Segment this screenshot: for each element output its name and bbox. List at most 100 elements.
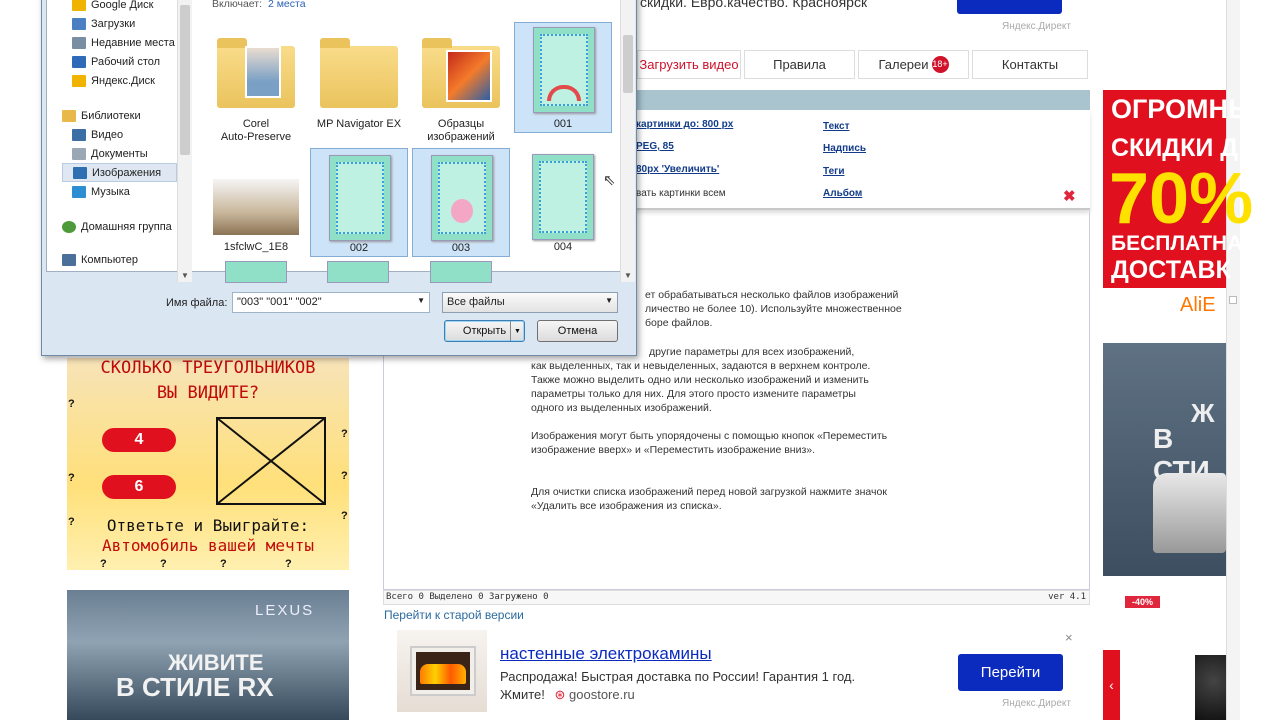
- question-mark: ?: [285, 558, 292, 570]
- nav-pane-scroll-thumb[interactable]: [180, 5, 190, 155]
- bunny-graphic: [451, 199, 473, 223]
- open-button[interactable]: Открыть ▼: [444, 320, 525, 342]
- mouse-cursor-icon: ⇖: [603, 172, 616, 189]
- site-icon: ⊛: [554, 687, 566, 702]
- aliexpress-ad[interactable]: ОГРОМНЫ СКИДКИ Д 70% БЕСПЛАТНА ДОСТАВК: [1103, 90, 1254, 288]
- nav-yandex-disk[interactable]: Яндекс.Диск: [62, 71, 177, 90]
- top-ad-button[interactable]: [957, 0, 1062, 14]
- nav-upload-video[interactable]: Загрузить видео: [637, 50, 741, 79]
- nav-homegroup[interactable]: Домашняя группа: [62, 217, 177, 236]
- quiz-title: СКОЛЬКО ТРЕУГОЛЬНИКОВ ВЫ ВИДИТЕ?: [100, 358, 316, 403]
- question-mark: ?: [100, 558, 107, 570]
- file-tile-partial[interactable]: [225, 261, 287, 283]
- nav-videos[interactable]: Видео: [62, 125, 177, 144]
- file-tile-sample-pictures[interactable]: Образцы изображений: [412, 24, 510, 143]
- scroll-handle[interactable]: [1229, 296, 1237, 304]
- homegroup-icon: [62, 220, 76, 233]
- nav-documents[interactable]: Документы: [62, 144, 177, 163]
- question-mark: ?: [68, 516, 75, 528]
- question-mark: ?: [160, 558, 167, 570]
- question-mark: ?: [68, 398, 75, 410]
- right-product-image[interactable]: [1195, 655, 1226, 720]
- close-icon[interactable]: ×: [1065, 630, 1073, 645]
- file-tile-002[interactable]: 002: [310, 148, 408, 257]
- image-thumbnail: [329, 155, 391, 241]
- truck-photo-thumbnail: [213, 179, 299, 235]
- sample-image-thumbnail: [446, 50, 492, 102]
- nav-libraries[interactable]: Библиотеки: [62, 106, 177, 125]
- carousel-prev-button[interactable]: ‹: [1103, 650, 1120, 720]
- nav-rules[interactable]: Правила: [744, 50, 855, 79]
- lexus-line-2: В СТИЛЕ RX: [116, 672, 274, 702]
- scroll-down-icon[interactable]: ▼: [181, 271, 189, 280]
- file-type-select[interactable]: Все файлы ▼: [442, 292, 618, 313]
- answer-6-button[interactable]: 6: [102, 475, 176, 499]
- setting-caption-link[interactable]: Надпись: [823, 143, 866, 154]
- bottom-ad-description: Распродажа! Быстрая доставка по России! …: [500, 669, 856, 702]
- libraries-icon: [62, 109, 76, 122]
- question-mark: ?: [341, 428, 348, 440]
- nav-contacts[interactable]: Контакты: [972, 50, 1088, 79]
- image-thumbnail: [532, 154, 594, 240]
- desktop-icon: [72, 55, 86, 68]
- bottom-ad-go-button[interactable]: Перейти: [958, 654, 1063, 691]
- bottom-ad-site[interactable]: goostore.ru: [569, 687, 635, 702]
- nav-recent-places[interactable]: Недавние места: [62, 33, 177, 52]
- status-counts: Всего 0 Выделено 0 Загружено 0: [386, 592, 549, 602]
- setting-tags-link[interactable]: Теги: [823, 166, 844, 177]
- top-ad-text[interactable]: скидки. Евро.качество. Красноярск: [640, 0, 867, 10]
- setting-max-size[interactable]: картинки до: 800 px: [636, 119, 733, 130]
- nav-desktop[interactable]: Рабочий стол: [62, 52, 177, 71]
- answer-4-button[interactable]: 4: [102, 428, 176, 452]
- remove-all-icon[interactable]: ✖: [1063, 187, 1076, 205]
- file-tile-mp-navigator[interactable]: MP Navigator EX: [310, 24, 408, 134]
- setting-zoom[interactable]: 80px 'Увеличить': [636, 164, 719, 175]
- cancel-button[interactable]: Отмена: [537, 320, 618, 342]
- scroll-down-icon[interactable]: ▼: [624, 271, 632, 280]
- file-tile-corel[interactable]: Corel Auto-Preserve: [207, 24, 305, 143]
- chevron-down-icon: ▼: [605, 296, 613, 305]
- quiz-prize: Ответьте и Выиграйте: Автомобиль вашей м…: [102, 516, 314, 555]
- right-lexus-ad[interactable]: Ж В СТИ: [1103, 343, 1226, 576]
- bottom-ad-title[interactable]: настенные электрокамины: [500, 644, 712, 664]
- filename-label: Имя файла:: [166, 297, 228, 309]
- file-tile-partial[interactable]: [327, 261, 389, 283]
- music-icon: [72, 185, 86, 198]
- file-tile-001[interactable]: 001: [514, 22, 612, 133]
- open-options-arrow-icon[interactable]: ▼: [510, 321, 524, 341]
- file-list-scroll-thumb[interactable]: [623, 35, 633, 93]
- version-label: ver 4.1: [1048, 592, 1086, 602]
- aliexpress-logo: AliE: [1180, 294, 1216, 316]
- help-paragraph-3: Изображения могут быть упорядочены с пом…: [531, 430, 888, 456]
- file-tile-1sfclwc[interactable]: 1sfclwC_1E8: [207, 149, 305, 259]
- chevron-down-icon[interactable]: ▼: [417, 296, 425, 305]
- old-version-link[interactable]: Перейти к старой версии: [384, 608, 524, 622]
- status-bar: Всего 0 Выделено 0 Загружено 0 ver 4.1: [383, 590, 1090, 605]
- lexus-logo: LEXUS: [255, 602, 315, 619]
- nav-music[interactable]: Музыка: [62, 182, 177, 201]
- triangles-figure: [216, 417, 326, 505]
- includes-locations-link[interactable]: 2 места: [268, 0, 306, 10]
- nav-downloads[interactable]: Загрузки: [62, 14, 177, 33]
- adult-badge: 18+: [931, 56, 949, 73]
- file-tile-004[interactable]: 004: [514, 148, 612, 258]
- file-list-scrollbar[interactable]: ▼: [620, 0, 635, 282]
- question-mark: ?: [341, 470, 348, 482]
- nav-galleries[interactable]: Галереи 18+: [858, 50, 969, 79]
- setting-album-link[interactable]: Альбом: [823, 188, 862, 199]
- file-tile-partial[interactable]: [430, 261, 492, 283]
- setting-quality[interactable]: PEG, 85: [636, 141, 674, 152]
- nav-computer[interactable]: Компьютер: [62, 250, 177, 269]
- question-mark: ?: [68, 472, 75, 484]
- nav-google-drive[interactable]: Google Диск: [62, 0, 177, 14]
- filename-input[interactable]: "003" "001" "002" ▼: [232, 292, 430, 313]
- file-tile-003[interactable]: 003: [412, 148, 510, 257]
- setting-text-link[interactable]: Текст: [823, 121, 850, 132]
- nav-pane-scrollbar[interactable]: ▼: [177, 0, 192, 282]
- help-paragraph-4: Для очистки списка изображений перед нов…: [531, 486, 887, 512]
- documents-icon: [72, 147, 86, 160]
- nav-pictures[interactable]: Изображения: [62, 163, 177, 182]
- computer-icon: [62, 253, 76, 266]
- image-thumbnail: [431, 155, 493, 241]
- help-paragraph-1: ет обрабатываться несколько файлов изобр…: [645, 289, 902, 329]
